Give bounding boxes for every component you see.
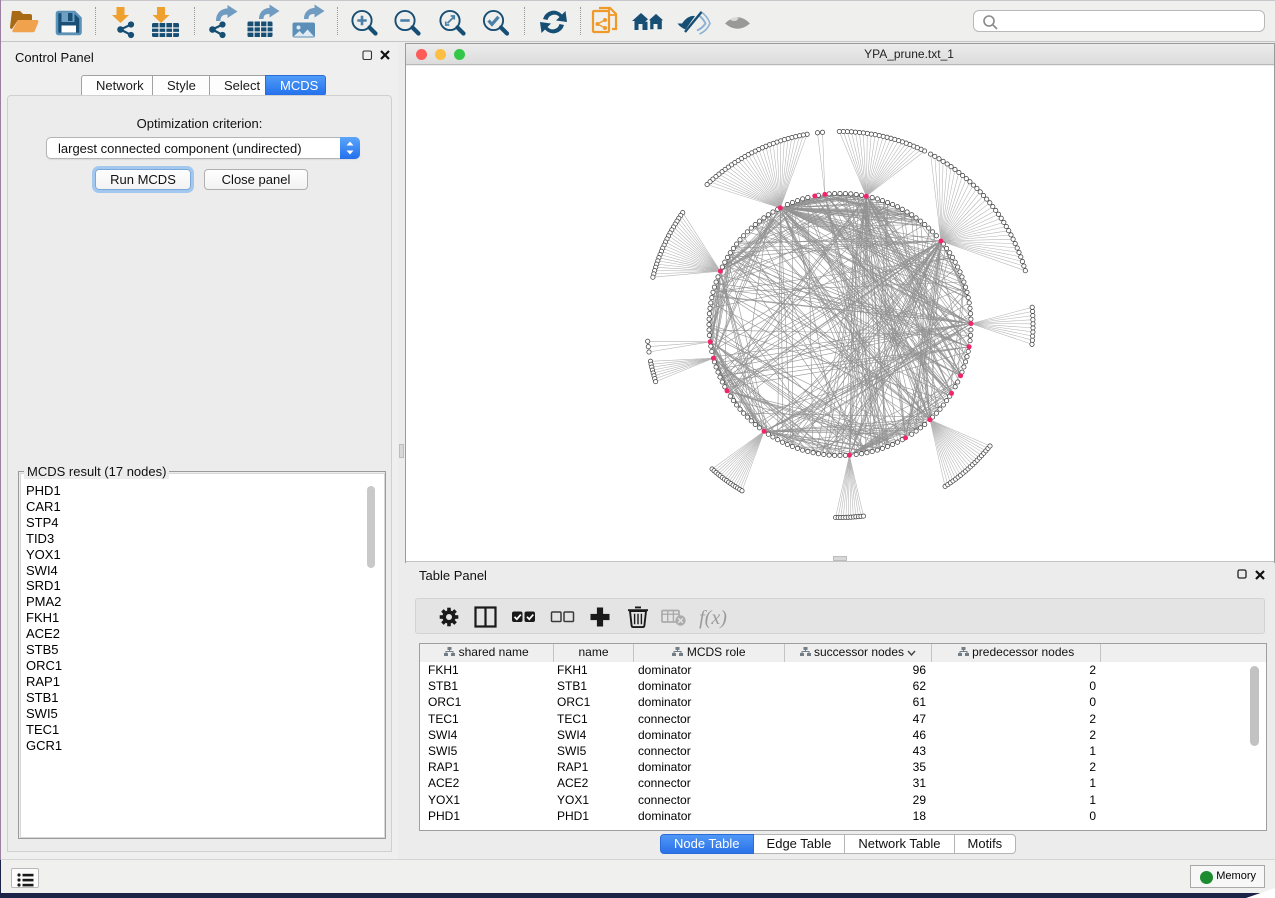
- svg-text:f(x): f(x): [699, 607, 727, 629]
